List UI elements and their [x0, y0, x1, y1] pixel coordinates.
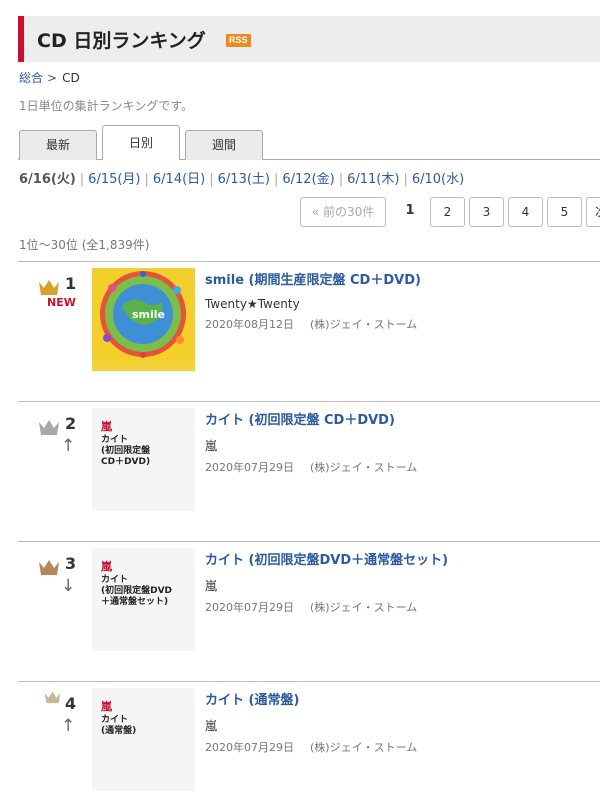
- item-artist: 嵐: [205, 579, 218, 593]
- breadcrumb-current: CD: [62, 71, 80, 85]
- record-label: (株)ジェイ・ストーム: [310, 601, 418, 614]
- item-title-link[interactable]: カイト (初回限定盤 CD＋DVD): [205, 409, 595, 428]
- divider: [18, 401, 600, 402]
- breadcrumb-home-link[interactable]: 総合: [19, 71, 43, 85]
- rank-down-icon: ↓: [61, 576, 76, 596]
- release-date: 2020年07月29日: [205, 601, 294, 614]
- date-link[interactable]: 6/14(日): [153, 172, 205, 187]
- pager-page-button[interactable]: 3: [469, 197, 504, 227]
- jacket-artist: 嵐: [101, 560, 112, 573]
- page-description: 1日単位の集計ランキングです。: [19, 99, 194, 113]
- tab-latest[interactable]: 最新: [19, 130, 97, 160]
- jacket-image[interactable]: 嵐 カイト (初回限定盤 CD＋DVD): [92, 408, 195, 511]
- record-label: (株)ジェイ・ストーム: [310, 461, 418, 474]
- rank-up-icon: ↑: [61, 716, 76, 736]
- item-artist: Twenty★Twenty: [205, 297, 300, 311]
- rank-number: 4: [65, 694, 77, 713]
- item-meta: 2020年07月29日 (株)ジェイ・ストーム: [205, 599, 595, 615]
- new-badge: NEW: [47, 296, 76, 309]
- release-date: 2020年07月29日: [205, 741, 294, 754]
- item-title-link[interactable]: カイト (通常盤): [205, 689, 595, 708]
- jacket-title: カイト (通常盤): [101, 715, 137, 736]
- pager-prev-button[interactable]: « 前の30件: [300, 197, 386, 227]
- release-date: 2020年08月12日: [205, 318, 294, 331]
- jacket-image[interactable]: 嵐 カイト (通常盤): [92, 688, 195, 791]
- crown-icon: [44, 691, 61, 704]
- bronze-crown-icon: [39, 560, 59, 575]
- rank-number: 3: [65, 554, 77, 573]
- date-link[interactable]: 6/15(月): [88, 172, 140, 187]
- breadcrumb-separator: >: [47, 71, 58, 85]
- page-header: CD 日別ランキング RSS: [18, 16, 600, 62]
- item-info: カイト (初回限定盤DVD＋通常盤セット) 嵐 2020年07月29日 (株)ジェ…: [205, 549, 595, 615]
- item-title-link[interactable]: smile (期間生産限定盤 CD＋DVD): [205, 269, 595, 288]
- rank-up-icon: ↑: [61, 436, 76, 456]
- ranking-item: 1 NEW smile smile (期間生産限定盤 CD＋DVD) Twent…: [0, 268, 600, 398]
- ranking-item: 4 ↑ 嵐 カイト (通常盤) カイト (通常盤) 嵐 2020年07月29日 (…: [0, 688, 600, 804]
- rank-number: 1: [65, 274, 77, 293]
- pager-page-button[interactable]: 2: [430, 197, 465, 227]
- tab-daily[interactable]: 日別: [102, 125, 180, 160]
- date-link[interactable]: 6/13(土): [218, 172, 270, 187]
- release-date: 2020年07月29日: [205, 461, 294, 474]
- result-count: 1位〜30位 (全1,839件): [19, 238, 150, 252]
- jacket-image[interactable]: 嵐 カイト (初回限定盤DVD ＋通常盤セット): [92, 548, 195, 651]
- item-meta: 2020年08月12日 (株)ジェイ・ストーム: [205, 316, 595, 332]
- item-info: カイト (初回限定盤 CD＋DVD) 嵐 2020年07月29日 (株)ジェイ・ス…: [205, 409, 595, 475]
- item-meta: 2020年07月29日 (株)ジェイ・ストーム: [205, 459, 595, 475]
- date-link[interactable]: 6/12(金): [282, 172, 334, 187]
- pager-page-button[interactable]: 5: [547, 197, 582, 227]
- silver-crown-icon: [39, 420, 59, 435]
- date-link[interactable]: 6/11(木): [347, 172, 399, 187]
- rank-number: 2: [65, 414, 77, 433]
- ranking-item: 2 ↑ 嵐 カイト (初回限定盤 CD＋DVD) カイト (初回限定盤 CD＋D…: [0, 408, 600, 538]
- item-meta: 2020年07月29日 (株)ジェイ・ストーム: [205, 739, 595, 755]
- jacket-title: カイト (初回限定盤 CD＋DVD): [101, 435, 151, 467]
- item-info: カイト (通常盤) 嵐 2020年07月29日 (株)ジェイ・ストーム: [205, 689, 595, 755]
- divider: [18, 681, 600, 682]
- jacket-artist: 嵐: [101, 420, 112, 433]
- divider: [18, 261, 600, 262]
- date-link[interactable]: 6/10(水): [412, 172, 464, 187]
- pager-page-button[interactable]: 4: [508, 197, 543, 227]
- date-current: 6/16(火): [19, 172, 76, 187]
- jacket-image[interactable]: smile: [92, 268, 195, 371]
- item-title-link[interactable]: カイト (初回限定盤DVD＋通常盤セット): [205, 549, 595, 568]
- divider: [18, 541, 600, 542]
- item-info: smile (期間生産限定盤 CD＋DVD) Twenty★Twenty 202…: [205, 269, 595, 332]
- ranking-item: 3 ↓ 嵐 カイト (初回限定盤DVD ＋通常盤セット) カイト (初回限定盤D…: [0, 548, 600, 678]
- page-title: CD 日別ランキング: [37, 30, 206, 52]
- item-artist: 嵐: [205, 439, 218, 453]
- item-artist: 嵐: [205, 719, 218, 733]
- tab-weekly[interactable]: 週間: [185, 130, 263, 160]
- gold-crown-icon: [39, 280, 59, 295]
- breadcrumb: 総合 > CD: [19, 69, 80, 86]
- date-nav: 6/16(火) | 6/15(月) | 6/14(日) | 6/13(土) | 6/12(金) |…: [19, 172, 465, 187]
- pager-current-page: 1: [405, 203, 415, 218]
- jacket-title: カイト (初回限定盤DVD ＋通常盤セット): [101, 575, 173, 607]
- jacket-artist: 嵐: [101, 700, 112, 713]
- jacket-text: smile: [132, 308, 166, 321]
- record-label: (株)ジェイ・ストーム: [310, 741, 418, 754]
- record-label: (株)ジェイ・ストーム: [310, 318, 418, 331]
- pager-next-button[interactable]: 次: [586, 197, 600, 227]
- rss-badge[interactable]: RSS: [226, 34, 251, 47]
